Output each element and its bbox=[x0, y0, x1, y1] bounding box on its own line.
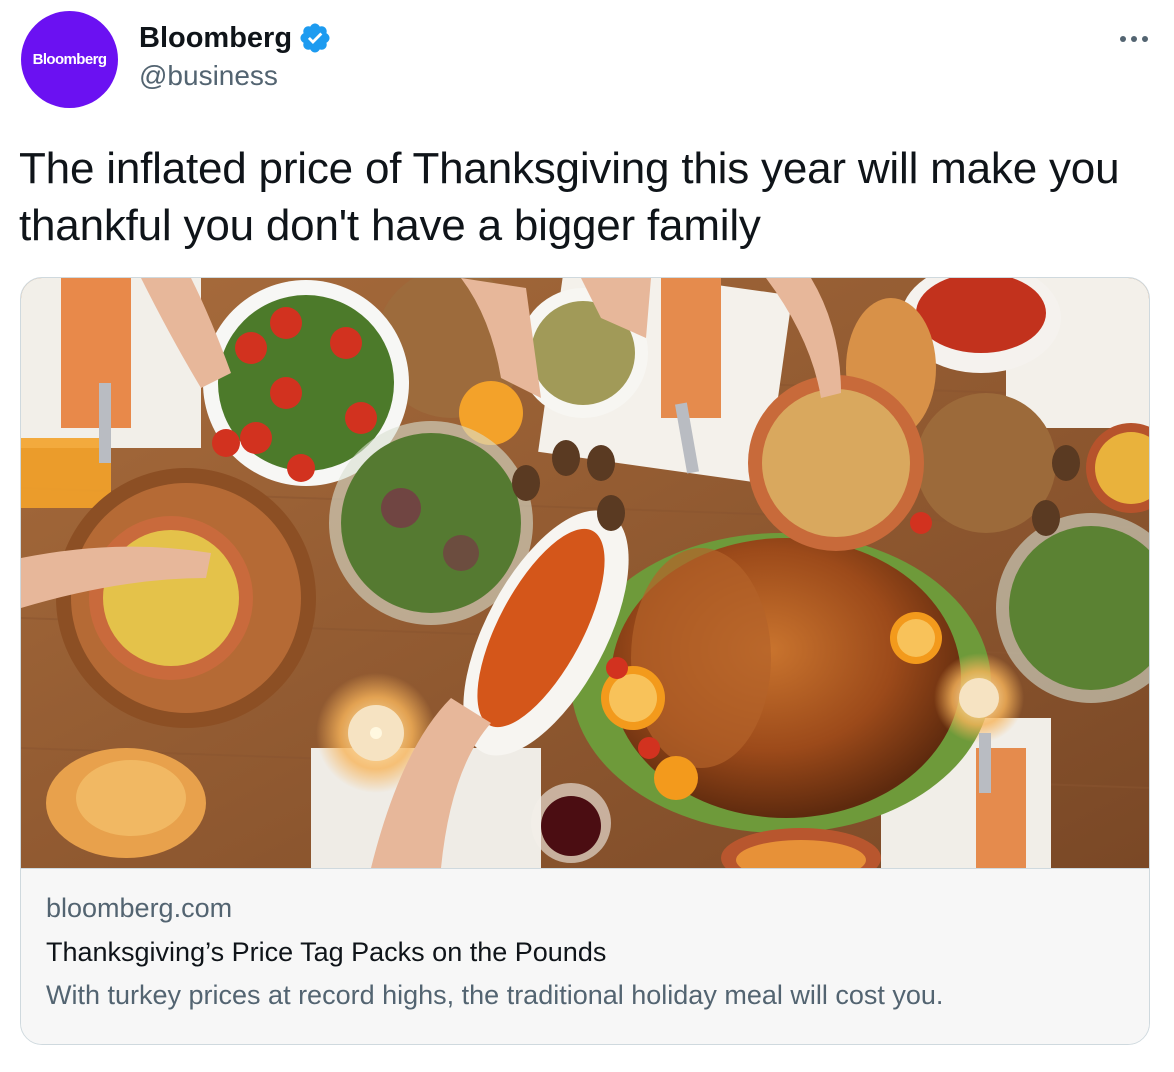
display-name[interactable]: Bloomberg bbox=[139, 22, 292, 55]
author-handle[interactable]: @business bbox=[139, 60, 278, 92]
more-options-button[interactable] bbox=[1112, 22, 1156, 56]
thanksgiving-dinner-photo bbox=[21, 278, 1149, 868]
verified-badge-icon bbox=[300, 23, 330, 53]
more-horizontal-icon bbox=[1120, 36, 1148, 42]
link-preview-card[interactable]: bloomberg.com Thanksgiving’s Price Tag P… bbox=[20, 277, 1150, 1045]
card-title: Thanksgiving’s Price Tag Packs on the Po… bbox=[46, 937, 607, 967]
card-description: With turkey prices at record highs, the … bbox=[46, 980, 944, 1010]
tweet: Bloomberg Bloomberg @business The inflat… bbox=[0, 0, 1174, 1072]
tweet-text: The inflated price of Thanksgiving this … bbox=[19, 144, 1120, 250]
author-name-row: Bloomberg bbox=[139, 18, 332, 58]
card-footer: bloomberg.com Thanksgiving’s Price Tag P… bbox=[21, 868, 1149, 1044]
card-domain: bloomberg.com bbox=[46, 893, 233, 923]
avatar[interactable]: Bloomberg bbox=[21, 11, 118, 108]
avatar-logo-text: Bloomberg bbox=[32, 51, 107, 68]
